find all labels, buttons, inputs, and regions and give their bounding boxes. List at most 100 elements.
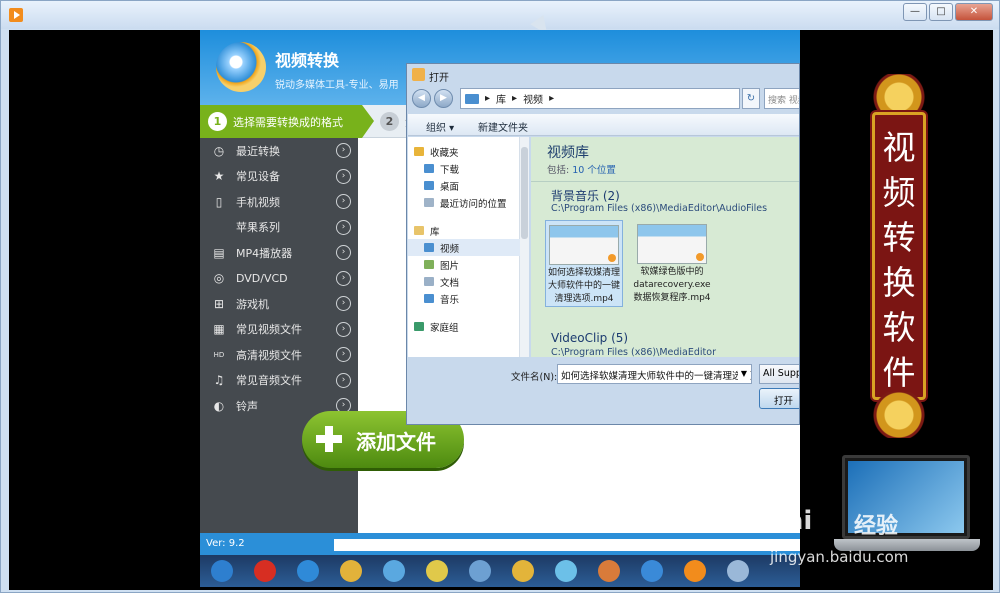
step-number: 2 xyxy=(380,112,399,131)
version-label: Ver: 9.2 xyxy=(206,538,245,549)
chevron-right-icon[interactable]: › xyxy=(336,219,351,235)
open-button[interactable]: 打开 xyxy=(759,388,799,409)
taskbar-button[interactable] xyxy=(544,557,587,585)
nav-item[interactable]: 视频 xyxy=(408,239,520,256)
chevron-right-icon[interactable]: › xyxy=(336,270,351,286)
sidebar-item-label: 游戏机 xyxy=(236,297,269,311)
forward-button[interactable]: ▶ xyxy=(434,89,453,108)
library-includes: 包括: 10 个位置 xyxy=(547,162,616,176)
divider xyxy=(531,181,799,182)
breadcrumb-library[interactable]: 库 xyxy=(496,91,506,106)
picture-icon xyxy=(424,260,434,269)
sidebar-item[interactable]: ♫ 常见音频文件 › xyxy=(200,368,358,394)
group-title[interactable]: 背景音乐 (2) xyxy=(551,187,620,204)
taskbar-button[interactable] xyxy=(415,557,458,585)
chevron-right-icon[interactable]: › xyxy=(336,168,351,184)
nav-item[interactable]: 最近访问的位置 xyxy=(408,194,520,211)
nav-item[interactable]: 下载 xyxy=(408,160,520,177)
nav-item[interactable]: 音乐 xyxy=(408,290,520,307)
taskbar-button[interactable] xyxy=(286,557,329,585)
nav-item[interactable]: 文档 xyxy=(408,273,520,290)
nav-scrollbar[interactable] xyxy=(520,137,529,357)
nav-item[interactable]: 家庭组 xyxy=(408,318,520,335)
sidebar-item[interactable]: ▤ MP4播放器 › xyxy=(200,240,358,266)
sidebar-item-label: 苹果系列 xyxy=(236,221,280,235)
chevron-right-icon[interactable]: › xyxy=(336,296,351,311)
taskbar-button[interactable] xyxy=(501,557,544,585)
network-icon xyxy=(468,560,491,582)
status-bar: Ver: 9.2 xyxy=(200,533,800,557)
step-number: 1 xyxy=(208,112,227,131)
hd-icon: HD xyxy=(213,350,225,359)
address-bar[interactable]: ▸ 库 ▸ 视频 ▸ xyxy=(460,88,740,109)
video-thumbnail xyxy=(549,225,619,265)
dialog-title-bar: 打开 xyxy=(407,64,799,86)
breadcrumb-sep: ▸ xyxy=(512,93,518,104)
sidebar-item[interactable]: ◎ DVD/VCD › xyxy=(200,266,358,292)
filetype-select[interactable]: All Supported xyxy=(759,364,799,384)
nav-item-label: 视频 xyxy=(440,243,460,255)
apple-icon xyxy=(211,219,227,235)
sidebar-item[interactable]: ▦ 常见视频文件 › xyxy=(200,317,358,343)
nav-item[interactable]: 收藏夹 xyxy=(408,143,520,160)
file-item[interactable]: 软媒绿色版中的datarecovery.exe数据恢复程序.mp4 xyxy=(633,220,711,305)
file-item[interactable]: 如何选择软媒清理大师软件中的一键清理选项.mp4 xyxy=(545,220,623,307)
chevron-right-icon[interactable]: › xyxy=(336,143,351,158)
organize-menu[interactable]: 组织 ▾ xyxy=(426,119,454,134)
chevron-right-icon[interactable]: › xyxy=(336,245,351,260)
step-label: 选择需要转换成的格式 xyxy=(233,116,343,129)
nav-scroll-thumb[interactable] xyxy=(521,147,528,239)
taskbar-button[interactable] xyxy=(243,557,286,585)
sidebar-item-label: 最近转换 xyxy=(236,144,280,158)
taskbar-button[interactable] xyxy=(630,557,673,585)
breadcrumb-video[interactable]: 视频 xyxy=(523,91,543,106)
sidebar-item-label: DVD/VCD xyxy=(236,271,288,285)
step-1[interactable]: 1 选择需要转换成的格式 xyxy=(200,105,374,138)
add-file-label: 添加文件 xyxy=(356,430,436,454)
taskbar-button[interactable] xyxy=(200,557,243,585)
nav-item[interactable]: 库 xyxy=(408,222,520,239)
filename-input[interactable]: 如何选择软媒清理大师软件中的一键清理选项 xyxy=(557,364,752,384)
maximize-button[interactable]: □ xyxy=(929,3,953,21)
music-icon xyxy=(424,294,434,303)
sidebar-item[interactable]: ★ 常见设备 › xyxy=(200,164,358,190)
open-file-dialog: 打开 ◀ ▶ ▸ 库 ▸ 视频 ▸ ↻ 搜索 视频 组织 ▾ 新建文件夹 收藏夹… xyxy=(406,63,800,425)
sidebar-item[interactable]: ▯ 手机视频 › xyxy=(200,189,358,215)
new-folder-button[interactable]: 新建文件夹 xyxy=(478,119,528,134)
minimize-button[interactable]: — xyxy=(903,3,927,21)
nav-item-label: 图片 xyxy=(440,260,460,272)
sidebar-item[interactable]: 苹果系列 › xyxy=(200,215,358,241)
chevron-right-icon[interactable]: › xyxy=(336,347,351,362)
sidebar-item[interactable]: HD 高清视频文件 › xyxy=(200,342,358,368)
includes-prefix: 包括: xyxy=(547,165,573,176)
progress-bar xyxy=(334,539,800,551)
sidebar-item-label: 常见音频文件 xyxy=(236,374,302,388)
chevron-down-icon[interactable]: ▼ xyxy=(738,365,750,383)
jiang-app-icon xyxy=(253,560,276,582)
sidebar-item-label: 常见设备 xyxy=(236,170,280,184)
format-sidebar: ◷ 最近转换 › ★ 常见设备 › ▯ 手机视频 › 苹果系列 › ▤ MP4播放器 › ◎ DVD/VCD ›… xyxy=(200,138,358,533)
sidebar-item[interactable]: ⊞ 游戏机 › xyxy=(200,291,358,317)
nav-item[interactable]: 图片 xyxy=(408,256,520,273)
nav-item[interactable]: 桌面 xyxy=(408,177,520,194)
back-button[interactable]: ◀ xyxy=(412,89,431,108)
sidebar-item[interactable]: ◷ 最近转换 › xyxy=(200,138,358,164)
locations-link[interactable]: 10 个位置 xyxy=(572,165,616,176)
taskbar-button[interactable] xyxy=(673,557,716,585)
taskbar-button[interactable] xyxy=(329,557,372,585)
disc-icon: ◎ xyxy=(213,271,225,286)
search-input[interactable]: 搜索 视频 xyxy=(764,88,799,109)
watermark-logo: Bai xyxy=(766,506,813,536)
taskbar-button[interactable] xyxy=(587,557,630,585)
chevron-right-icon[interactable]: › xyxy=(336,372,351,388)
group-title[interactable]: VideoClip (5) xyxy=(551,331,628,345)
close-button[interactable]: ✕ xyxy=(955,3,993,21)
chevron-right-icon[interactable]: › xyxy=(336,321,351,337)
chevron-right-icon[interactable]: › xyxy=(336,194,351,209)
refresh-button[interactable]: ↻ xyxy=(742,88,760,109)
nav-item-label: 最近访问的位置 xyxy=(440,198,507,210)
nav-item-label: 家庭组 xyxy=(430,322,459,334)
taskbar-button[interactable] xyxy=(372,557,415,585)
taskbar-button[interactable] xyxy=(458,557,501,585)
taskbar-button[interactable] xyxy=(716,557,759,585)
